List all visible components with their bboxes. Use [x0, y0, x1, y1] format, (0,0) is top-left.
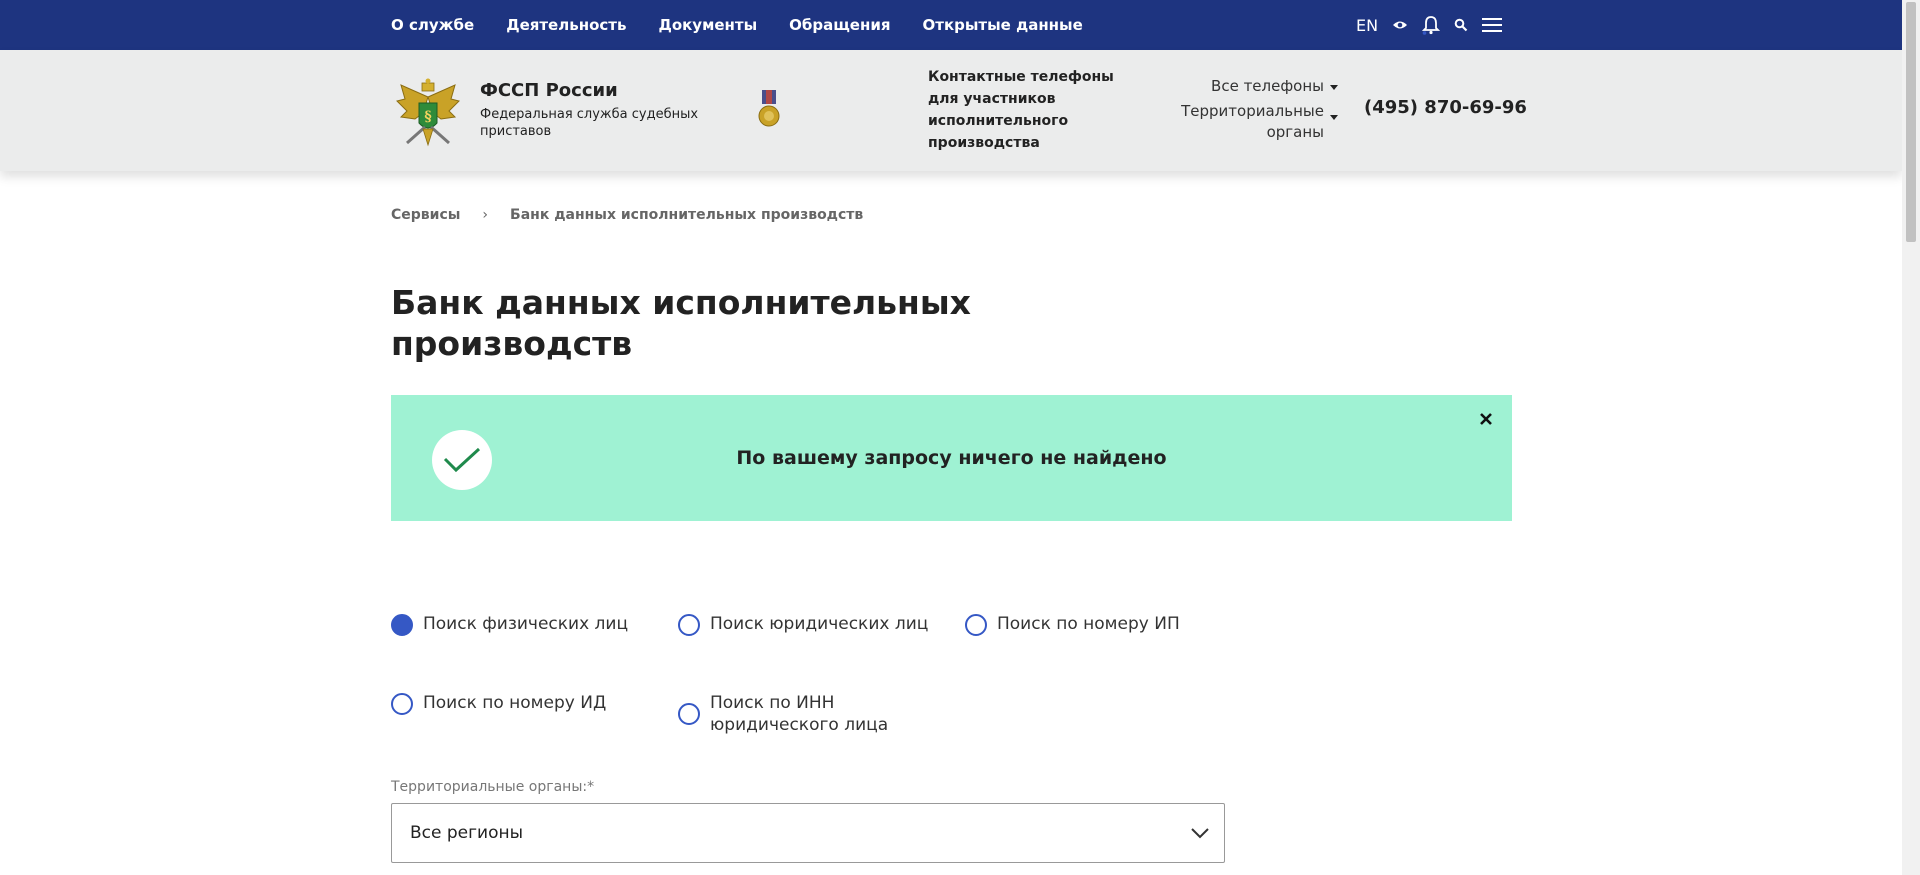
phones-dropdowns: Все телефоны Территориальные органы: [1180, 76, 1338, 143]
radio-ip-number[interactable]: Поиск по номеру ИП: [965, 613, 1180, 636]
alert-message: По вашему запросу ничего не найдено: [736, 447, 1167, 469]
all-phones-dropdown[interactable]: Все телефоны: [1180, 76, 1338, 97]
page-title: Банк данных исполнительных производств: [391, 283, 971, 363]
all-phones-label: Все телефоны: [1211, 77, 1324, 95]
main-nav: О службе Деятельность Документы Обращени…: [391, 0, 1115, 50]
region-select[interactable]: Все регионы: [391, 803, 1225, 863]
radio-dot[interactable]: [391, 693, 413, 715]
radio-dot-checked[interactable]: [391, 614, 413, 636]
breadcrumb-item-current: Банк данных исполнительных производств: [510, 207, 864, 223]
menu-icon[interactable]: [1482, 17, 1503, 33]
medal-icon: [758, 90, 780, 132]
territorial-label: Территориальные органы: [1181, 102, 1324, 141]
page-scrollbar[interactable]: [1902, 0, 1920, 875]
brand-subtitle: Федеральная служба судебных приставов: [480, 107, 699, 139]
close-icon[interactable]: [1476, 409, 1496, 429]
brand-title[interactable]: ФССП России: [480, 80, 618, 101]
radio-label: Поиск по ИНН юридического лица: [710, 693, 889, 735]
top-tools: EN: [1356, 0, 1516, 50]
nav-item-activity[interactable]: Деятельность: [506, 16, 626, 34]
radio-label: Поиск по номеру ИД: [423, 693, 607, 713]
radio-dot[interactable]: [678, 614, 700, 636]
region-select-value: Все регионы: [410, 823, 524, 843]
language-switch[interactable]: EN: [1356, 16, 1378, 35]
radio-label: Поиск по номеру ИП: [997, 614, 1180, 634]
nav-item-documents[interactable]: Документы: [658, 16, 757, 34]
nav-item-open-data[interactable]: Открытые данные: [923, 16, 1083, 34]
scrollbar-thumb[interactable]: [1906, 2, 1916, 242]
top-navigation-bar: О службе Деятельность Документы Обращени…: [0, 0, 1902, 50]
region-field-label: Территориальные органы:*: [391, 779, 595, 795]
nav-item-appeals[interactable]: Обращения: [789, 16, 890, 34]
radio-dot[interactable]: [965, 614, 987, 636]
caret-down-icon: [1330, 115, 1338, 120]
emblem-logo[interactable]: §: [393, 77, 463, 149]
radio-dot[interactable]: [678, 703, 700, 725]
eye-icon[interactable]: [1392, 19, 1408, 31]
nav-item-about[interactable]: О службе: [391, 16, 474, 34]
radio-id-number[interactable]: Поиск по номеру ИД: [391, 692, 606, 715]
result-alert: По вашему запросу ничего не найдено: [391, 395, 1512, 521]
radio-inn[interactable]: Поиск по ИНН юридического лица: [678, 692, 908, 736]
bell-icon[interactable]: [1422, 15, 1441, 35]
site-header: § ФССП России Федеральная служба судебны…: [0, 50, 1902, 171]
radio-label: Поиск юридических лиц: [710, 614, 929, 634]
breadcrumb-separator-icon: ›: [482, 207, 489, 223]
svg-text:§: §: [424, 109, 431, 125]
breadcrumb-item-services[interactable]: Сервисы: [391, 207, 460, 223]
caret-down-icon: [1330, 85, 1338, 90]
territorial-dropdown[interactable]: Территориальные органы: [1180, 101, 1338, 143]
radio-label: Поиск физических лиц: [423, 614, 629, 634]
radio-legal-entities[interactable]: Поиск юридических лиц: [678, 613, 928, 636]
breadcrumb: Сервисы › Банк данных исполнительных про…: [391, 207, 863, 223]
search-icon[interactable]: [1454, 18, 1468, 32]
hotline-phone[interactable]: (495) 870-69-96: [1364, 97, 1527, 118]
chevron-down-icon: [1190, 824, 1210, 843]
radio-individuals[interactable]: Поиск физических лиц: [391, 613, 628, 636]
contacts-title: Контактные телефоны для участников испол…: [928, 69, 1114, 151]
